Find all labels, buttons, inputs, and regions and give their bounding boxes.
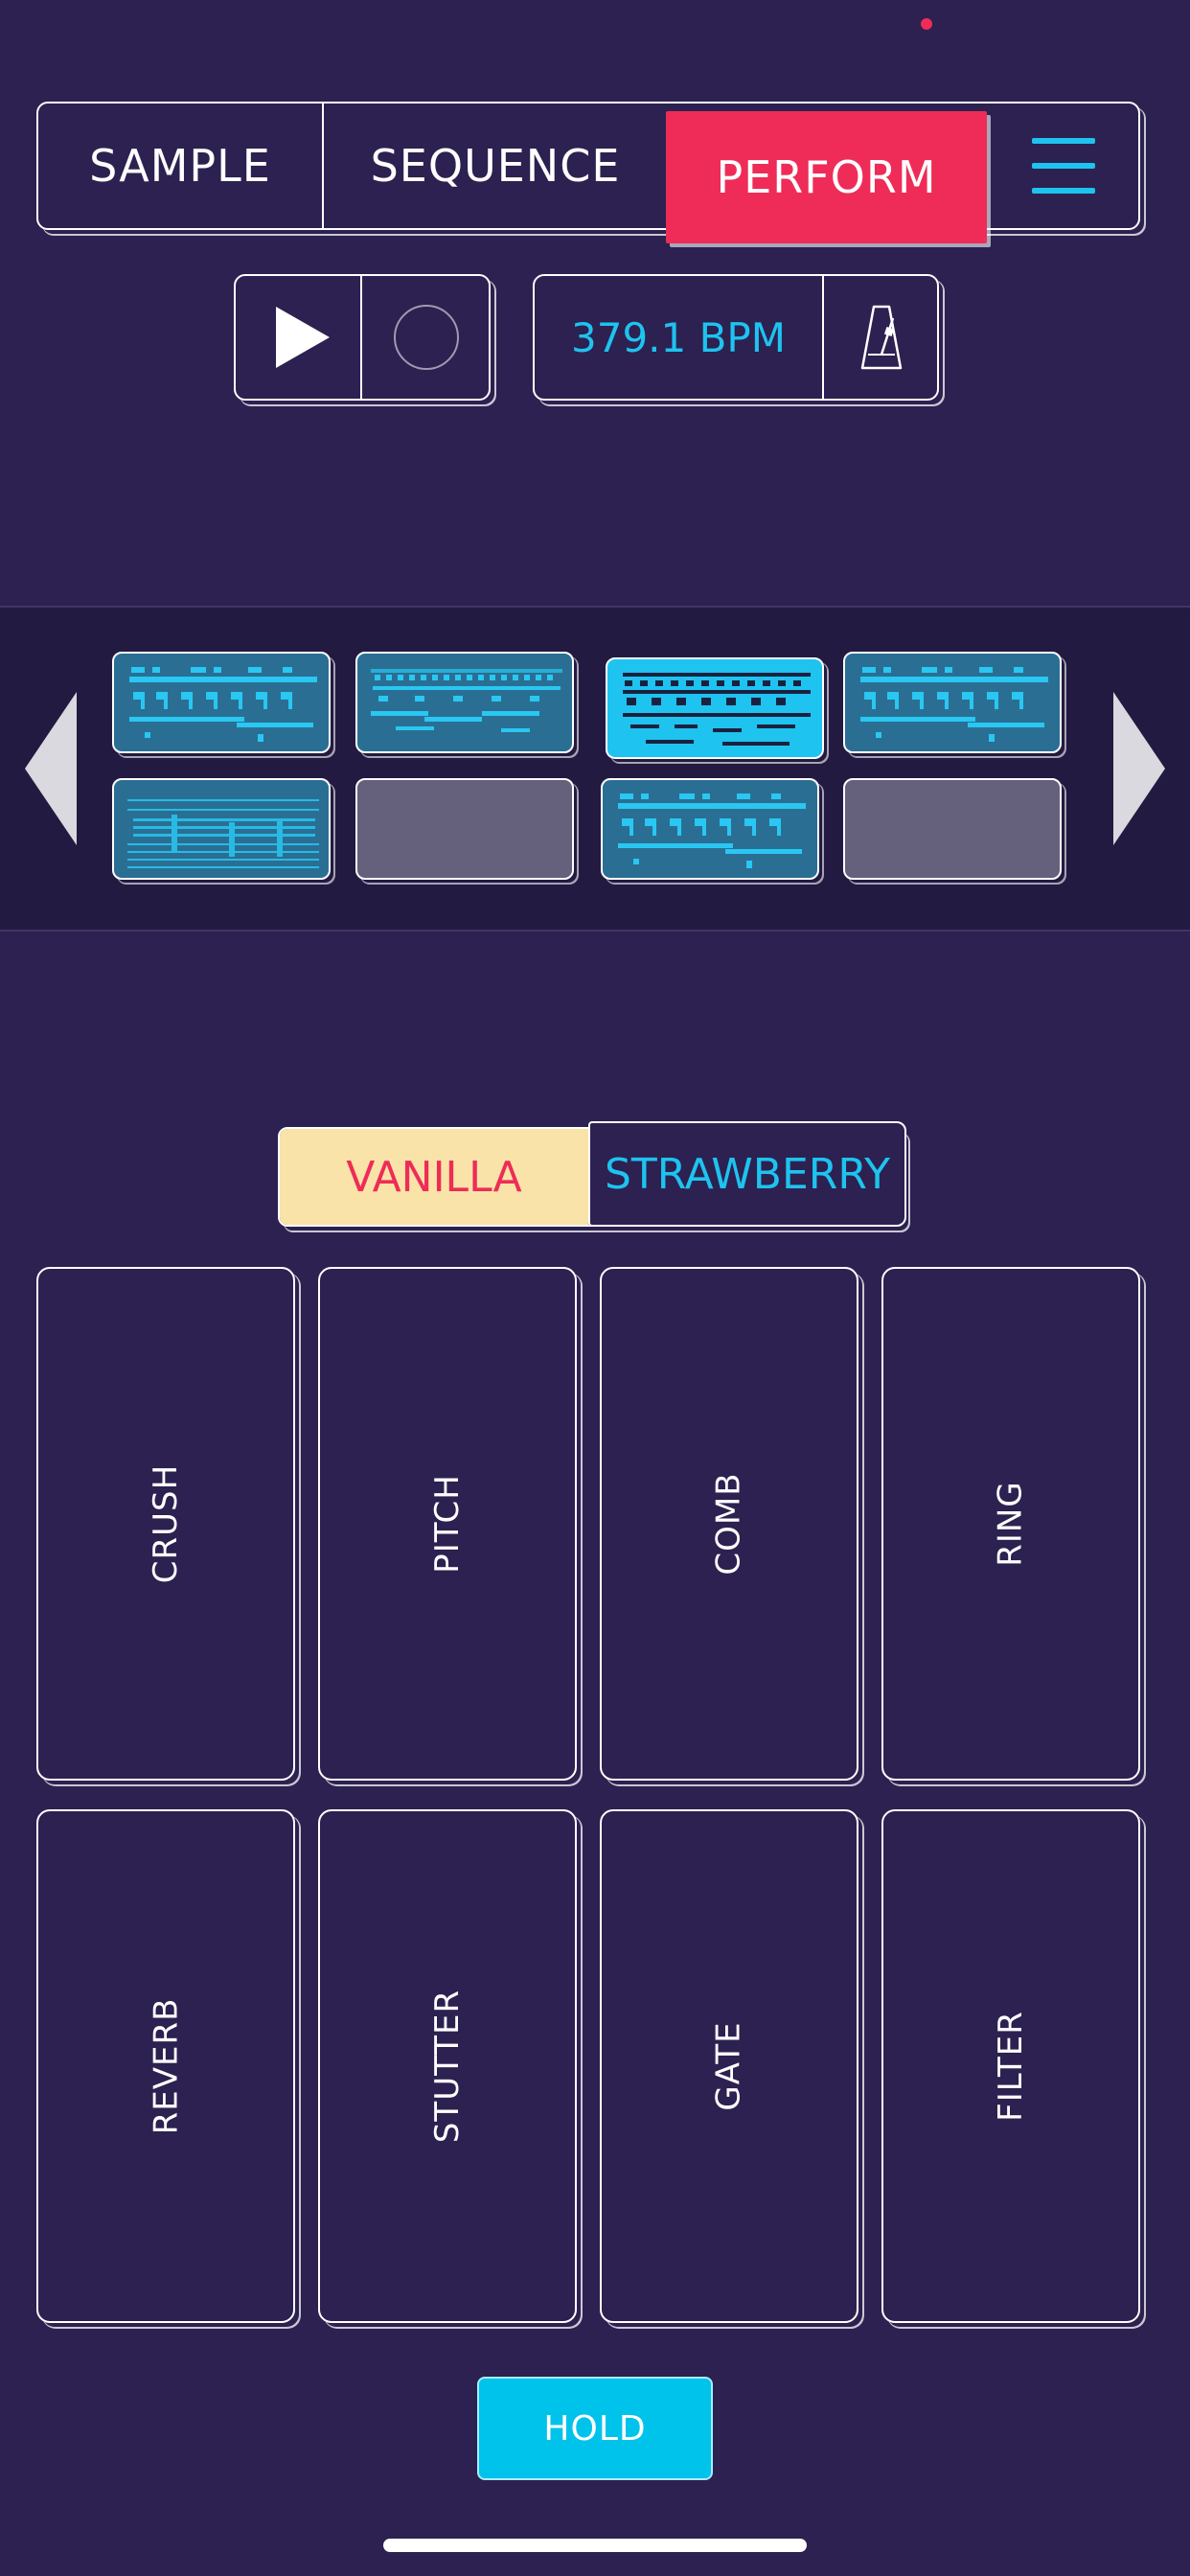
record-button[interactable]: [362, 276, 491, 399]
metronome-button[interactable]: [824, 276, 939, 399]
play-button[interactable]: [236, 276, 362, 399]
effect-pad-pitch[interactable]: PITCH: [318, 1267, 577, 1781]
tab-sample[interactable]: SAMPLE: [38, 104, 324, 228]
effect-pad-label: COMB: [709, 1472, 748, 1576]
chevron-right-icon[interactable]: [1113, 692, 1165, 845]
tempo-control: 379.1 BPM: [533, 274, 939, 401]
effect-pad-stutter[interactable]: STUTTER: [318, 1809, 577, 2323]
pattern-slot-8[interactable]: [843, 778, 1062, 880]
effect-pad-label: CRUSH: [147, 1463, 185, 1584]
pattern-preview-icon: [860, 667, 1048, 742]
pattern-slot-3[interactable]: [606, 657, 824, 759]
pattern-preview-icon: [129, 667, 317, 742]
effect-pad-crush[interactable]: CRUSH: [36, 1267, 295, 1781]
hamburger-menu-icon: [1032, 138, 1095, 194]
pattern-slot-2[interactable]: [355, 652, 574, 753]
flavor-strawberry-option[interactable]: STRAWBERRY: [588, 1121, 906, 1227]
effect-pad-ring[interactable]: RING: [881, 1267, 1140, 1781]
pattern-slot-1[interactable]: [112, 652, 331, 753]
pattern-preview-icon: [371, 669, 562, 732]
effect-pad-comb[interactable]: COMB: [600, 1267, 858, 1781]
chevron-left-icon[interactable]: [25, 692, 77, 845]
tab-perform[interactable]: PERFORM: [666, 111, 987, 243]
tab-sequence[interactable]: SEQUENCE: [324, 104, 667, 228]
pattern-preview-icon: [623, 673, 811, 746]
effect-pad-label: REVERB: [146, 1997, 185, 2135]
pattern-preview-icon: [127, 799, 319, 868]
metronome-icon: [860, 305, 903, 370]
record-icon: [394, 305, 459, 370]
mode-tab-bar: SAMPLE SEQUENCE PERFORM: [36, 102, 1140, 243]
pattern-slot-5[interactable]: [112, 778, 331, 880]
effect-pad-label: FILTER: [991, 2011, 1030, 2122]
hold-button[interactable]: HOLD: [477, 2377, 713, 2480]
bpm-display[interactable]: 379.1 BPM: [535, 276, 824, 399]
effect-pad-label: RING: [992, 1481, 1030, 1567]
effect-pad-label: STUTTER: [427, 1989, 467, 2144]
pattern-slot-7[interactable]: [601, 778, 819, 880]
effect-pad-filter[interactable]: FILTER: [881, 1809, 1140, 2323]
play-icon: [276, 307, 330, 368]
effect-pad-gate[interactable]: GATE: [600, 1809, 858, 2323]
pattern-slot-4[interactable]: [843, 652, 1062, 753]
flavor-toggle: VANILLA STRAWBERRY: [278, 1121, 906, 1227]
pattern-preview-icon: [618, 794, 806, 868]
effect-pad-reverb[interactable]: REVERB: [36, 1809, 295, 2323]
transport-controls: [234, 274, 491, 401]
menu-button[interactable]: [987, 104, 1140, 228]
flavor-vanilla-option[interactable]: VANILLA: [280, 1129, 588, 1225]
status-recording-dot: [921, 18, 932, 30]
pattern-slot-6[interactable]: [355, 778, 574, 880]
effect-pad-label: GATE: [710, 2021, 748, 2111]
home-indicator[interactable]: [383, 2539, 807, 2552]
effect-pad-label: PITCH: [428, 1474, 467, 1574]
